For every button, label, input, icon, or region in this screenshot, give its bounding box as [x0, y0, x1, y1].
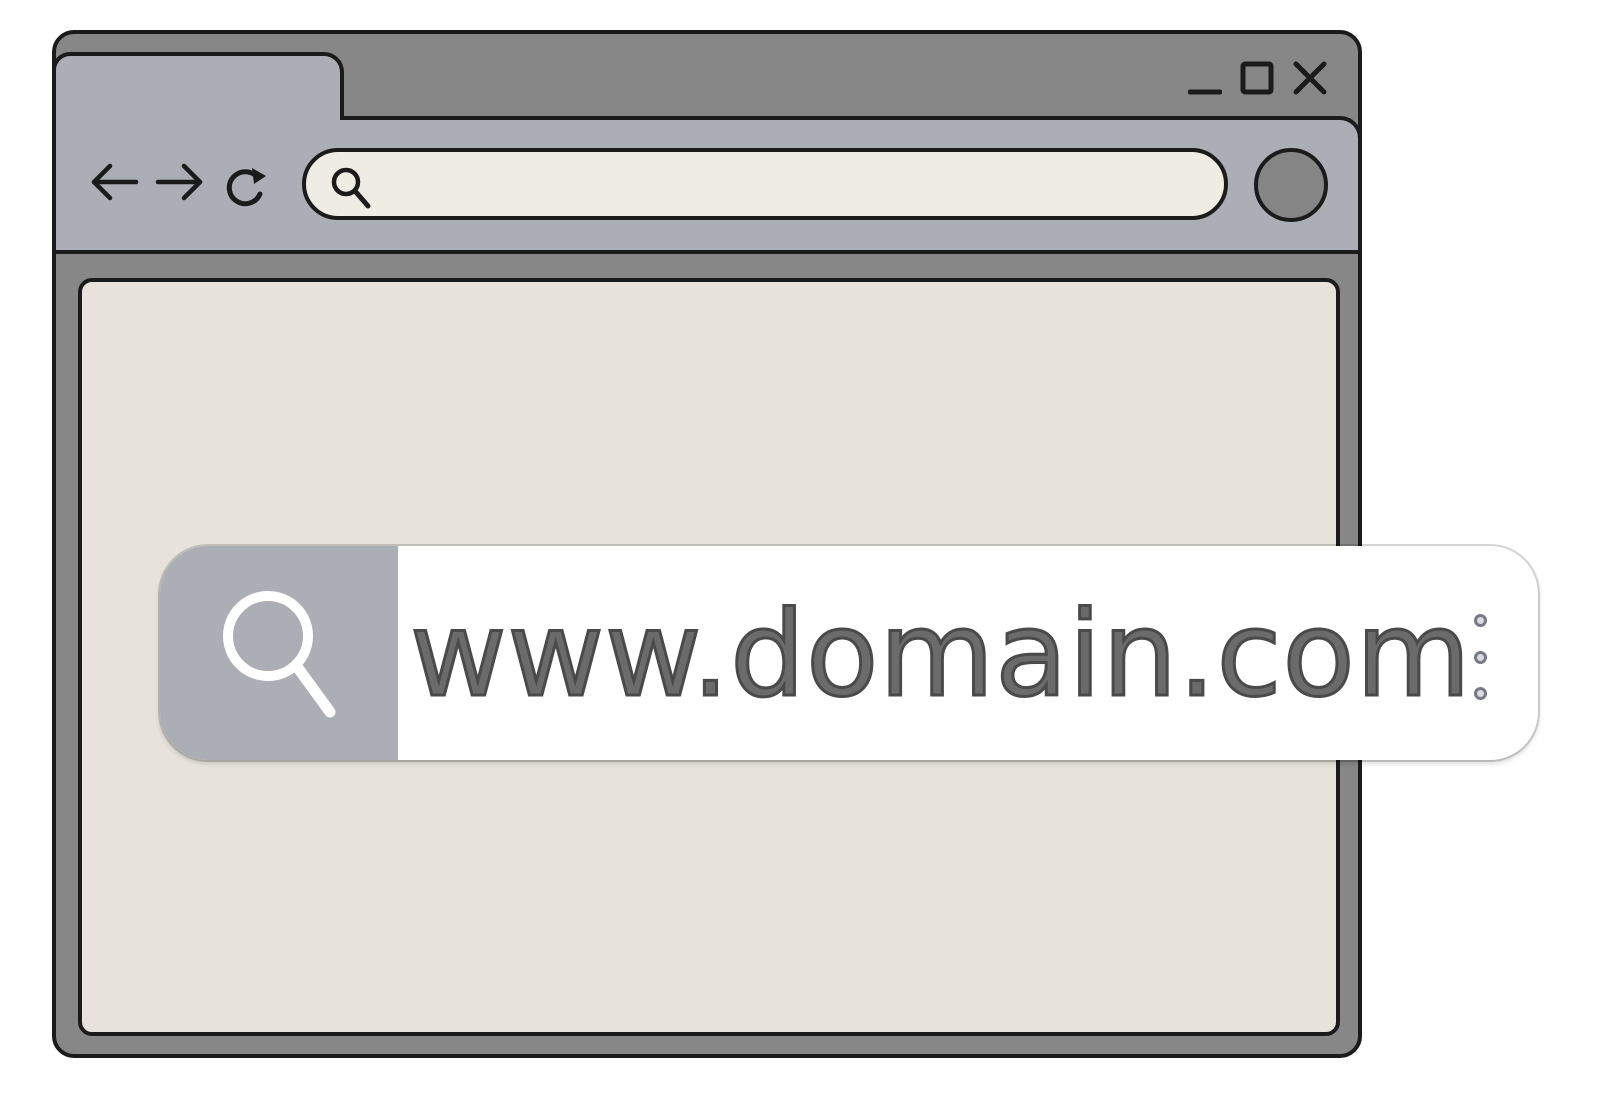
search-icon — [223, 591, 336, 718]
menu-dot — [1473, 687, 1487, 700]
close-icon[interactable] — [1292, 58, 1328, 98]
browser-window — [52, 30, 1362, 1058]
floating-search-bar[interactable]: www.domain.com — [160, 546, 1538, 760]
minimize-icon[interactable] — [1188, 58, 1222, 98]
reload-icon[interactable] — [222, 164, 270, 210]
illustration-stage: www.domain.com — [0, 0, 1600, 1096]
search-icon-panel[interactable] — [160, 546, 398, 760]
address-bar[interactable] — [302, 148, 1228, 220]
tab-joint — [56, 112, 340, 124]
maximize-icon[interactable] — [1240, 58, 1274, 98]
url-text[interactable]: www.domain.com — [409, 574, 1473, 734]
menu-dot — [1473, 650, 1487, 664]
window-controls — [1188, 58, 1328, 98]
vertical-dots-icon[interactable] — [1468, 614, 1492, 700]
search-icon — [328, 164, 376, 217]
menu-dot — [1473, 614, 1487, 627]
profile-button[interactable] — [1254, 148, 1328, 222]
back-arrow-icon[interactable] — [90, 162, 140, 202]
forward-arrow-icon[interactable] — [154, 162, 204, 202]
